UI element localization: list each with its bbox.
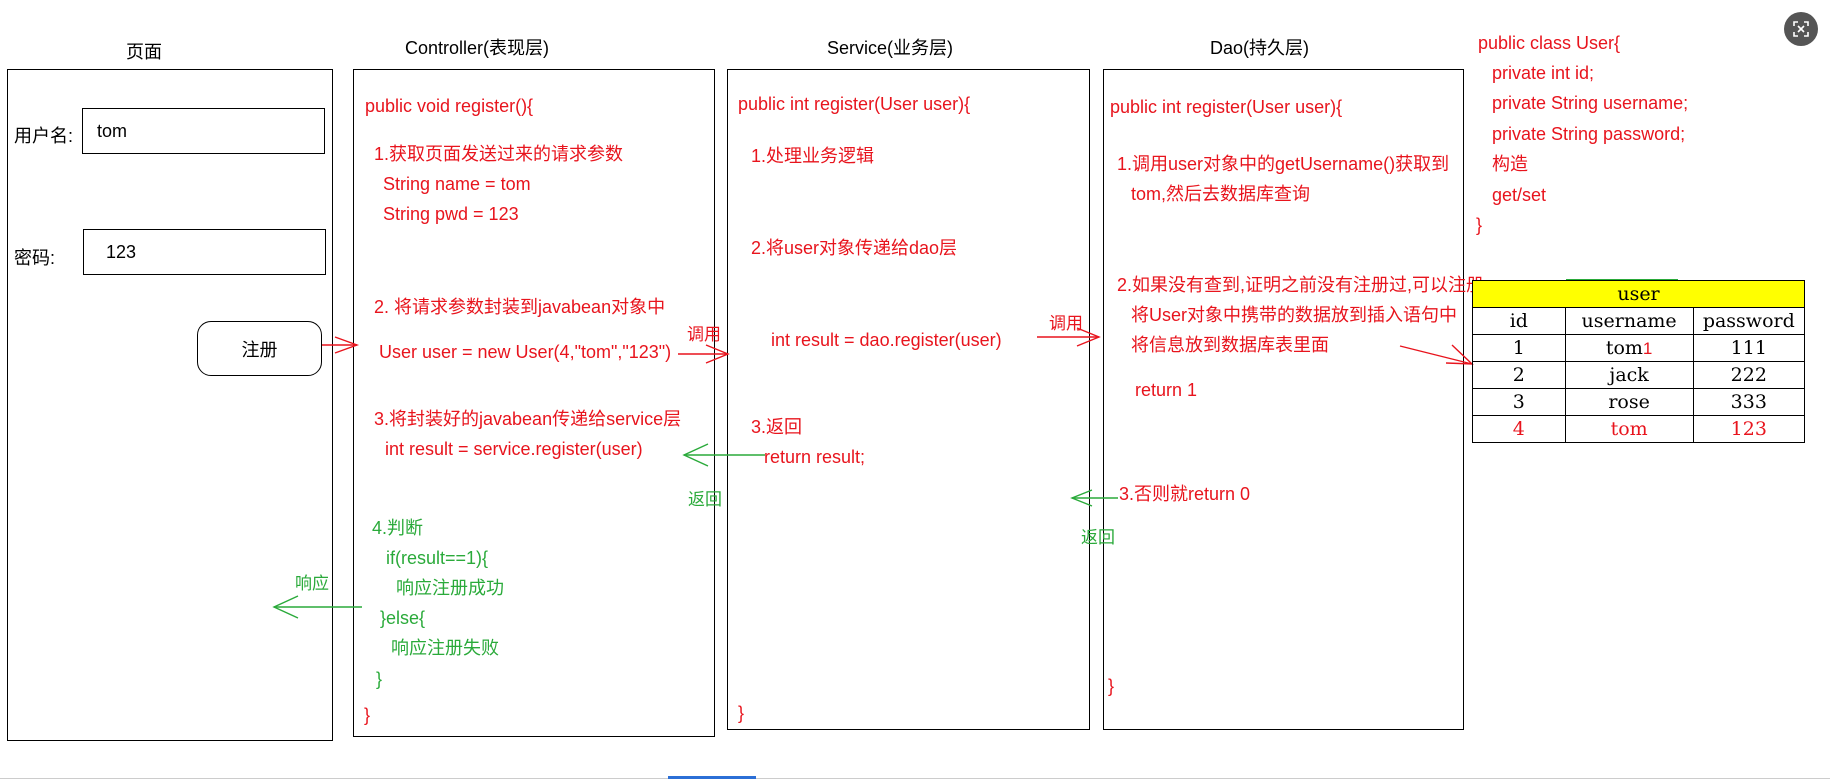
table-cell-text: tom xyxy=(1605,337,1643,359)
arrow-response-to-page xyxy=(272,595,362,619)
user-table-header-password: password xyxy=(1692,307,1806,335)
arrow-register-to-controller xyxy=(322,336,360,354)
scan-icon xyxy=(1793,21,1809,37)
table-cell: 3 xyxy=(1472,388,1566,416)
user-table: user id username password 1 tom1 111 2 j… xyxy=(1472,280,1806,443)
table-row: 2 jack 222 xyxy=(1472,361,1806,389)
table-cell: 111 xyxy=(1692,334,1806,362)
table-cell: 2 xyxy=(1472,361,1566,389)
table-cell: jack xyxy=(1564,361,1694,389)
bottom-divider xyxy=(0,778,1830,779)
arrow-dao-return xyxy=(1070,489,1118,507)
table-row-new: 4 tom 123 xyxy=(1472,415,1806,443)
row-marker: 1 xyxy=(1642,339,1653,358)
table-cell: 123 xyxy=(1692,415,1806,443)
table-cell: 4 xyxy=(1472,415,1566,443)
table-cell: 1 xyxy=(1472,334,1566,362)
arrow-controller-to-service xyxy=(678,344,730,364)
arrow-service-return xyxy=(682,443,765,467)
arrow-service-to-dao xyxy=(1037,327,1101,347)
table-cell: 222 xyxy=(1692,361,1806,389)
table-row: 1 tom1 111 xyxy=(1472,334,1806,362)
table-cell: tom xyxy=(1564,415,1694,443)
user-table-header-username: username xyxy=(1564,307,1694,335)
arrow-dao-to-table xyxy=(1399,344,1474,365)
user-table-header-id: id xyxy=(1472,307,1566,335)
scroll-indicator[interactable] xyxy=(668,776,756,779)
table-cell: 333 xyxy=(1692,388,1806,416)
image-search-icon[interactable] xyxy=(1784,12,1818,46)
table-cell: tom1 xyxy=(1564,334,1694,362)
table-cell: rose xyxy=(1564,388,1694,416)
user-table-title: user xyxy=(1472,280,1805,308)
table-row: 3 rose 333 xyxy=(1472,388,1806,416)
